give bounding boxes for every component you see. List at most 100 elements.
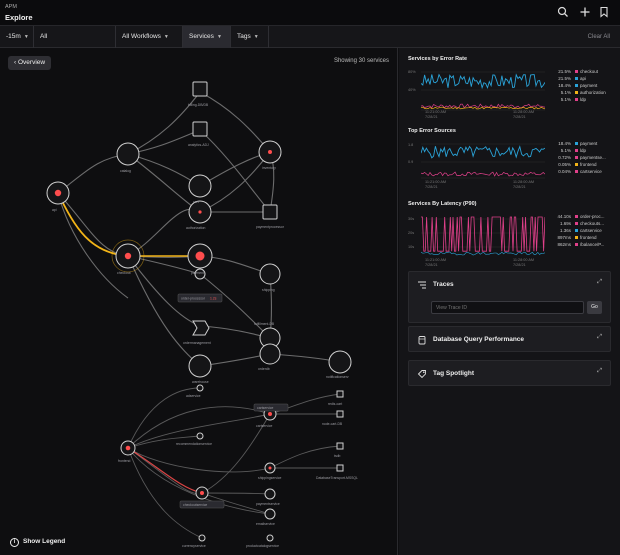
db-query-title: Database Query Performance	[433, 336, 525, 343]
expand-icon[interactable]: ⤢	[597, 368, 602, 375]
series-swatch	[575, 149, 578, 152]
service-node-adservice[interactable]	[196, 384, 204, 392]
legend-row: 0.05% frontend	[558, 162, 597, 167]
x-tick: 11:21:00 AM	[425, 180, 447, 184]
tag-icon	[417, 370, 426, 379]
x-tick: 11:21:00 AM	[425, 110, 447, 114]
node-label: paymentprocessor	[256, 225, 285, 229]
node-label: node-cart-DB	[322, 422, 343, 426]
node-label: billing-DB/DB	[188, 103, 209, 107]
expand-icon[interactable]: ⤢	[597, 279, 602, 286]
legend-row: 0.04% cartservice	[558, 169, 602, 174]
service-node-emailservice[interactable]	[264, 508, 276, 520]
legend-row: 5.1% ldp	[560, 97, 587, 102]
node-label: emailservice	[256, 522, 275, 526]
clear-all-button[interactable]: Clear All	[588, 26, 610, 48]
service-node-queue[interactable]	[259, 343, 281, 365]
services-dropdown[interactable]: Services ▼	[183, 26, 231, 48]
svg-text:cartservice: cartservice	[257, 406, 274, 410]
go-button[interactable]: Go	[587, 301, 602, 314]
x-tick: 11:21:00 AM	[425, 258, 447, 262]
service-node-cart[interactable]	[188, 174, 212, 198]
node-label: cart	[193, 200, 199, 204]
node-label: orderdb	[258, 367, 270, 371]
error-badge[interactable]: checkoutservice	[179, 500, 225, 509]
y-tick: 1.8	[408, 143, 414, 147]
expand-icon[interactable]: ⤢	[597, 334, 602, 341]
environment-dropdown[interactable]: All Environments▼	[34, 26, 116, 62]
search-icon[interactable]	[557, 6, 569, 18]
series-swatch	[575, 222, 578, 225]
right-panel: Services by Error Rate 80% 40% 11:21:00 …	[399, 48, 620, 555]
service-node-billing-db[interactable]	[192, 81, 208, 97]
service-node-tsdb[interactable]	[336, 442, 344, 450]
traces-icon	[418, 281, 426, 289]
node-label: tsdb	[334, 454, 341, 458]
legend-row: 21.5% api	[558, 76, 587, 81]
bookmark-icon[interactable]	[598, 6, 610, 18]
traces-card: Traces ⤢ Go	[408, 271, 611, 323]
x-tick: 7/28/21	[513, 115, 526, 119]
series-swatch	[575, 229, 578, 232]
service-node-redis-cart[interactable]	[336, 390, 344, 398]
traces-title: Traces	[433, 281, 454, 288]
db-query-card[interactable]: Database Query Performance ⤢	[408, 326, 611, 352]
node-label: shipping	[262, 288, 275, 292]
error-badge[interactable]: cartservice	[253, 403, 289, 412]
service-node-shipping-db[interactable]	[262, 204, 278, 220]
tag-spotlight-card[interactable]: Tag Spotlight ⤢	[408, 360, 611, 386]
error-rate-chart[interactable]	[421, 66, 545, 114]
node-label: inventory	[262, 166, 276, 170]
error-sources-chart[interactable]	[421, 138, 545, 182]
latency-chart[interactable]	[421, 211, 545, 259]
service-node-currencyservice[interactable]	[198, 534, 206, 542]
node-label: paymentservice	[256, 502, 280, 506]
error-badge[interactable]: order-processor 1.2s	[177, 293, 223, 303]
x-tick: 7/28/21	[513, 185, 526, 189]
service-node-analytics[interactable]	[192, 121, 208, 137]
workflows-dropdown[interactable]: All Workflows ▼	[116, 26, 183, 48]
y-tick: 0.9	[408, 160, 414, 164]
legend-row: 862ms/balance/P...	[557, 242, 605, 247]
legend-row: 18.4% payment	[558, 141, 598, 146]
series-swatch	[575, 70, 578, 73]
series-swatch	[575, 236, 578, 239]
node-label: DatabaseTransport-MSSQL	[316, 476, 358, 480]
node-label: shippingservice	[258, 476, 281, 480]
database-icon	[418, 336, 426, 345]
series-swatch	[575, 98, 578, 101]
y-tick: 10s	[408, 245, 415, 249]
node-label: currencyservice	[182, 544, 206, 548]
app-name: APM	[5, 4, 17, 10]
error-sources-title: Top Error Sources	[408, 128, 456, 134]
plus-icon[interactable]	[579, 6, 591, 18]
show-legend-button[interactable]: i Show Legend	[10, 538, 65, 547]
info-icon: i	[10, 538, 19, 547]
tag-spotlight-title: Tag Spotlight	[433, 370, 475, 377]
series-swatch	[575, 77, 578, 80]
time-range-dropdown[interactable]: -15m ▼	[0, 26, 34, 48]
service-node-productcatalog[interactable]	[266, 534, 274, 542]
series-swatch	[575, 170, 578, 173]
node-label: checkout	[117, 271, 131, 275]
chevron-down-icon: ▼	[253, 34, 259, 40]
node-label: payment	[191, 271, 204, 275]
node-label: analytics-ADJ	[188, 143, 209, 147]
service-node-catalog[interactable]	[116, 142, 140, 166]
service-node-ordermanagement[interactable]	[259, 263, 281, 285]
tags-dropdown[interactable]: Tags ▼	[231, 26, 269, 48]
chevron-down-icon: ▼	[216, 34, 222, 40]
series-swatch	[575, 156, 578, 159]
service-node-notificationserv[interactable]	[328, 350, 352, 374]
dependency-graph[interactable]: api catalog checkout billing-DB/DB analy…	[0, 48, 398, 555]
service-node-paymentservice[interactable]	[264, 488, 276, 500]
service-node-database-mssql[interactable]	[336, 464, 344, 472]
service-node-warehouse[interactable]	[188, 354, 212, 378]
service-node-orderdb[interactable]	[192, 320, 210, 336]
node-label: catalog	[120, 169, 131, 173]
trace-id-input[interactable]	[431, 301, 584, 314]
service-node-node-cart-db[interactable]	[336, 410, 344, 418]
node-label: notificationserv	[326, 375, 349, 379]
node-label: authorization	[186, 226, 206, 230]
service-node-recommendation[interactable]	[196, 432, 204, 440]
